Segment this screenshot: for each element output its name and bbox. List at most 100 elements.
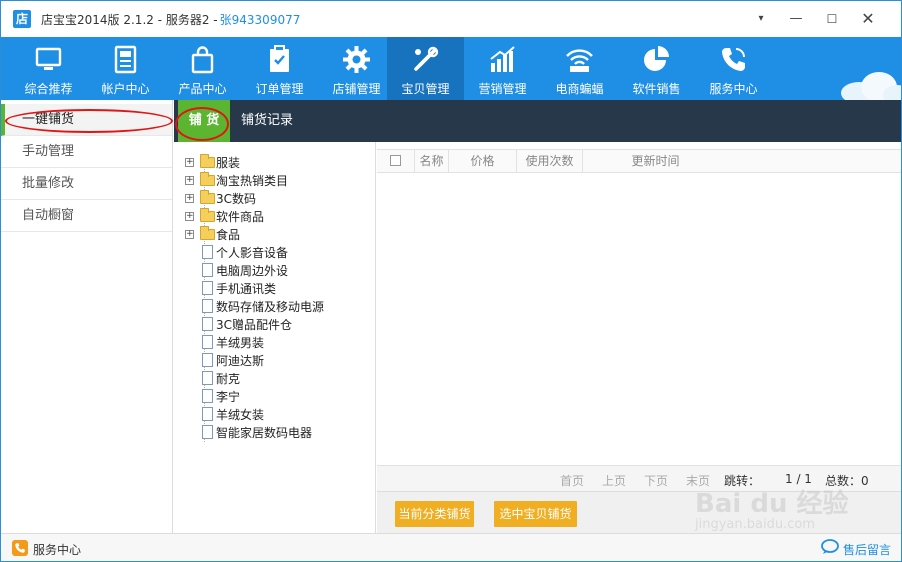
document-icon [202, 245, 213, 259]
jump-label: 跳转： [724, 474, 761, 488]
nav-label: 综合推荐 [24, 82, 73, 96]
sidebar-item-label: 一键铺货 [22, 112, 75, 127]
sidebar-item-one-click[interactable]: 一键铺货 [1, 104, 172, 136]
tree-label: 耐克 [216, 372, 241, 386]
expand-icon[interactable]: + [185, 176, 194, 185]
nav-item-products[interactable]: 产品中心 [164, 37, 241, 100]
bar-chart-icon [490, 46, 515, 72]
next-page-link[interactable]: 下页 [644, 472, 668, 489]
nav-label: 产品中心 [178, 82, 227, 96]
tools-icon [414, 46, 439, 71]
sidebar-item-label: 批量修改 [22, 176, 75, 191]
tree-label: 3C赠品配件仓 [216, 318, 293, 332]
clipboard-icon [270, 45, 289, 72]
sidebar-item-auto-showcase[interactable]: 自动橱窗 [1, 200, 172, 232]
table-header: 名称 价格 使用次数 更新时间 [377, 149, 901, 173]
first-page-link[interactable]: 首页 [560, 472, 584, 489]
sidebar-item-label: 手动管理 [22, 144, 75, 159]
nav-label: 帐户中心 [101, 82, 150, 96]
sub-tab-bar: 铺 货 铺货记录 [174, 100, 901, 142]
account-link[interactable]: 张943309077 [220, 13, 301, 27]
minimize-button[interactable]: — [784, 9, 808, 29]
select-all-checkbox[interactable] [390, 155, 401, 166]
nav-label: 店铺管理 [332, 82, 381, 96]
tree-label: 食品 [216, 228, 241, 242]
prev-page-link[interactable]: 上页 [602, 472, 626, 489]
nav-item-orders[interactable]: 订单管理 [241, 37, 318, 100]
close-button[interactable]: ✕ [856, 9, 880, 29]
document-icon [202, 407, 213, 421]
tree-label: 阿迪达斯 [216, 354, 265, 368]
window-menu-button[interactable]: ▾ [749, 9, 773, 29]
tree-label: 淘宝热销类目 [216, 174, 289, 188]
shopping-bag-icon [191, 46, 214, 74]
total-count: 总数：0 [825, 474, 869, 488]
phone-icon [722, 48, 745, 71]
tree-label: 3C数码 [216, 192, 257, 206]
distribute-selected-button[interactable]: 选中宝贝铺货 [494, 501, 577, 527]
title-bar: 店 店宝宝2014版 2.1.2 - 服务器2 - 张943309077 ▾ — … [1, 1, 901, 37]
nav-item-recommend[interactable]: 综合推荐 [10, 37, 87, 100]
document-icon [202, 281, 213, 295]
document-icon [202, 317, 213, 331]
nav-label: 电商蝙蝠 [555, 82, 604, 96]
nav-label: 软件销售 [632, 82, 681, 96]
tree-label: 羊绒女装 [216, 408, 265, 422]
nav-item-marketing[interactable]: 营销管理 [464, 37, 541, 100]
folder-icon [200, 190, 215, 204]
main-nav: 综合推荐 帐户中心 产品中心 订单管理 店铺管理 宝贝管理 营销管理 电商蝙蝠 [1, 37, 901, 100]
tab-distribute-records[interactable]: 铺货记录 [241, 100, 293, 142]
sidebar-item-manual[interactable]: 手动管理 [1, 136, 172, 168]
column-header-name[interactable]: 名称 [415, 150, 449, 172]
sidebar-item-batch-edit[interactable]: 批量修改 [1, 168, 172, 200]
window-title: 店宝宝2014版 2.1.2 - 服务器2 - 张943309077 [41, 11, 300, 28]
page-indicator: 1 / 1 [785, 472, 812, 486]
nav-item-ecbat[interactable]: 电商蝙蝠 [541, 37, 618, 100]
last-page-link[interactable]: 末页 [686, 472, 710, 489]
tree-label: 智能家居数码电器 [216, 426, 313, 440]
tree-label: 个人影音设备 [216, 246, 289, 260]
gear-icon [343, 46, 370, 73]
folder-icon [200, 154, 215, 168]
folder-icon [200, 172, 215, 186]
nav-item-items[interactable]: 宝贝管理 [387, 37, 464, 100]
nav-item-service[interactable]: 服务中心 [695, 37, 772, 100]
nav-item-software-sales[interactable]: 软件销售 [618, 37, 695, 100]
expand-icon[interactable]: + [185, 212, 194, 221]
cloud-decoration [841, 72, 901, 100]
maximize-button[interactable]: ☐ [820, 9, 844, 29]
item-table: 名称 价格 使用次数 更新时间 首页 上页 下页 末页 跳转： 1 / 1 总数… [377, 142, 901, 533]
action-bar: 当前分类铺货 选中宝贝铺货 [377, 491, 901, 533]
tab-distribute[interactable]: 铺 货 [178, 100, 230, 142]
sidebar: 一键铺货 手动管理 批量修改 自动橱窗 [1, 100, 173, 533]
folder-icon [200, 208, 215, 222]
tree-label: 软件商品 [216, 210, 265, 224]
nav-item-account[interactable]: 帐户中心 [87, 37, 164, 100]
feedback-link[interactable]: 售后留言 [843, 541, 891, 558]
nav-item-store[interactable]: 店铺管理 [318, 37, 395, 100]
service-center-link[interactable]: 服务中心 [33, 541, 81, 558]
column-header-updated[interactable]: 更新时间 [583, 150, 728, 172]
expand-icon[interactable]: + [185, 158, 194, 167]
tree-label: 服装 [216, 156, 241, 170]
tree-label: 李宁 [216, 390, 241, 404]
window-title-text: 店宝宝2014版 2.1.2 - 服务器2 - [41, 13, 218, 27]
app-logo: 店 [13, 10, 31, 28]
folder-icon [200, 226, 215, 240]
document-icon [202, 353, 213, 367]
expand-icon[interactable]: + [185, 230, 194, 239]
wifi-icon [566, 49, 593, 72]
expand-icon[interactable]: + [185, 194, 194, 203]
column-header-uses[interactable]: 使用次数 [517, 150, 583, 172]
monitor-icon [35, 47, 62, 70]
column-header-price[interactable]: 价格 [449, 150, 517, 172]
document-icon [202, 263, 213, 277]
document-icon [202, 335, 213, 349]
chat-bubble-icon[interactable] [821, 539, 839, 555]
tree-label: 数码存储及移动电源 [216, 300, 325, 314]
nav-label: 营销管理 [478, 82, 527, 96]
service-phone-icon[interactable] [12, 540, 28, 556]
distribute-category-button[interactable]: 当前分类铺货 [395, 501, 474, 527]
nav-label: 订单管理 [255, 82, 304, 96]
pie-chart-icon [644, 46, 669, 71]
